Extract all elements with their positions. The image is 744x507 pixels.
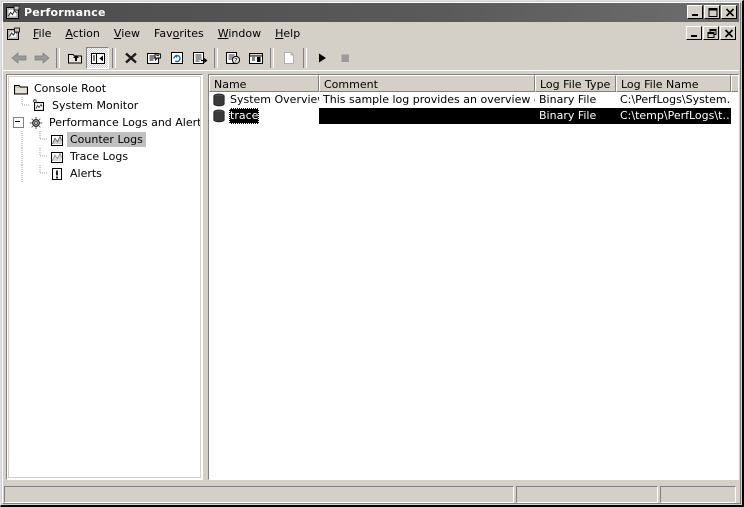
tree-node-label: Counter Logs <box>67 132 146 147</box>
cell-log-file-type: Binary File <box>539 93 597 106</box>
help-button[interactable]: ? <box>221 47 244 69</box>
console-tree: Console Root System Monitor Performance … <box>8 76 201 478</box>
mdi-close-button[interactable] <box>720 26 736 40</box>
table-row[interactable]: System Overview This sample log provides… <box>209 92 738 108</box>
cell-text: System Overview <box>230 93 319 106</box>
menu-bar: File Action View Favorites Window Help <box>3 24 739 44</box>
alert-icon <box>49 166 65 182</box>
system-monitor-icon <box>31 98 47 114</box>
content-area: Console Root System Monitor Performance … <box>6 74 739 480</box>
cell-comment: This sample log provides an overview of… <box>323 93 535 106</box>
cell-log-file-name: C:\temp\PerfLogs\t… <box>616 108 731 124</box>
stop-button[interactable] <box>333 47 356 69</box>
export-list-button[interactable] <box>188 47 211 69</box>
mdi-minimize-button[interactable] <box>686 26 702 40</box>
cell-name: System Overview <box>209 92 319 108</box>
log-list-pane[interactable]: Name Comment Log File Type Log File Name <box>208 74 739 480</box>
delete-button[interactable] <box>119 47 142 69</box>
toolbar-separator <box>214 47 218 68</box>
forward-button[interactable] <box>30 47 53 69</box>
show-hide-console-tree-button[interactable] <box>86 46 109 69</box>
list-body: System Overview This sample log provides… <box>209 92 738 124</box>
menu-item-view[interactable]: View <box>107 25 147 43</box>
tree-connector <box>21 165 48 182</box>
performance-console-icon <box>5 5 21 21</box>
tree-node-alerts[interactable]: Alerts <box>9 165 200 182</box>
tree-node-trace-logs[interactable]: Trace Logs <box>9 148 200 165</box>
column-header-log-file-type[interactable]: Log File Type <box>535 75 616 92</box>
column-header-filler[interactable] <box>731 75 738 92</box>
toolbar-separator <box>303 47 307 68</box>
start-button[interactable] <box>310 47 333 69</box>
menu-item-action[interactable]: Action <box>58 25 106 43</box>
new-window-button[interactable] <box>244 47 267 69</box>
log-database-icon <box>211 108 227 124</box>
tree-node-label: Trace Logs <box>70 150 129 163</box>
tree-node-label: System Monitor <box>52 99 139 112</box>
trace-log-icon <box>49 149 65 165</box>
toolbar-separator <box>112 47 116 68</box>
maximize-button[interactable] <box>704 5 720 19</box>
application-window: Performance File Action View Favorites W… <box>0 0 744 507</box>
toolbar-separator <box>270 47 274 68</box>
tree-node-system-monitor[interactable]: System Monitor <box>9 97 200 114</box>
console-tree-pane[interactable]: Console Root System Monitor Performance … <box>6 74 203 480</box>
new-log-settings-button[interactable] <box>277 47 300 69</box>
window-controls <box>685 5 737 19</box>
folder-icon <box>13 81 29 97</box>
window-title: Performance <box>24 6 106 19</box>
tree-expander-minus-icon[interactable] <box>13 117 24 128</box>
perf-logs-alerts-icon <box>28 115 44 131</box>
tree-connector <box>21 148 48 165</box>
status-pane-message <box>4 485 514 503</box>
tree-node-performance-logs-and-alerts[interactable]: Performance Logs and Alerts <box>9 114 200 131</box>
toolbar-separator <box>56 47 60 68</box>
console-document-icon <box>6 26 22 42</box>
svg-text:?: ? <box>234 57 237 64</box>
mdi-window-controls <box>684 26 736 40</box>
tree-node-label: Performance Logs and Alerts <box>49 116 201 129</box>
mdi-restore-button[interactable] <box>703 26 719 40</box>
toolbar: ? <box>3 45 739 71</box>
column-header-log-file-name[interactable]: Log File Name <box>616 75 731 92</box>
cell-log-file-name: C:\PerfLogs\System… <box>620 93 731 106</box>
column-header-name[interactable]: Name <box>209 75 319 92</box>
tree-node-console-root[interactable]: Console Root <box>9 80 200 97</box>
properties-button[interactable] <box>142 47 165 69</box>
list-column-headers: Name Comment Log File Type Log File Name <box>209 75 738 92</box>
title-bar[interactable]: Performance <box>3 3 739 22</box>
menu-item-help[interactable]: Help <box>268 25 307 43</box>
minimize-button[interactable] <box>687 5 703 19</box>
tree-node-label: Alerts <box>70 167 102 180</box>
column-header-comment[interactable]: Comment <box>319 75 535 92</box>
table-row[interactable]: trace Binary File C:\temp\PerfLogs\t… <box>209 108 738 124</box>
status-pane-tertiary <box>660 485 736 503</box>
menu-item-favorites[interactable]: Favorites <box>147 25 211 43</box>
counter-log-icon <box>49 132 65 148</box>
cell-text: trace <box>229 108 260 124</box>
status-pane-secondary <box>516 485 658 503</box>
cell-comment <box>319 108 535 124</box>
cell-name: trace <box>209 108 319 124</box>
tree-node-label: Console Root <box>34 82 107 95</box>
close-button[interactable] <box>721 5 737 19</box>
menu-item-window[interactable]: Window <box>211 25 268 43</box>
up-one-level-button[interactable] <box>63 47 86 69</box>
status-bar <box>4 485 741 503</box>
menu-item-file[interactable]: File <box>26 25 58 43</box>
cell-log-file-type: Binary File <box>535 108 616 124</box>
refresh-button[interactable] <box>165 47 188 69</box>
tree-connector <box>21 131 48 148</box>
back-button[interactable] <box>7 47 30 69</box>
tree-node-counter-logs[interactable]: Counter Logs <box>9 131 200 148</box>
log-database-icon <box>211 92 227 108</box>
